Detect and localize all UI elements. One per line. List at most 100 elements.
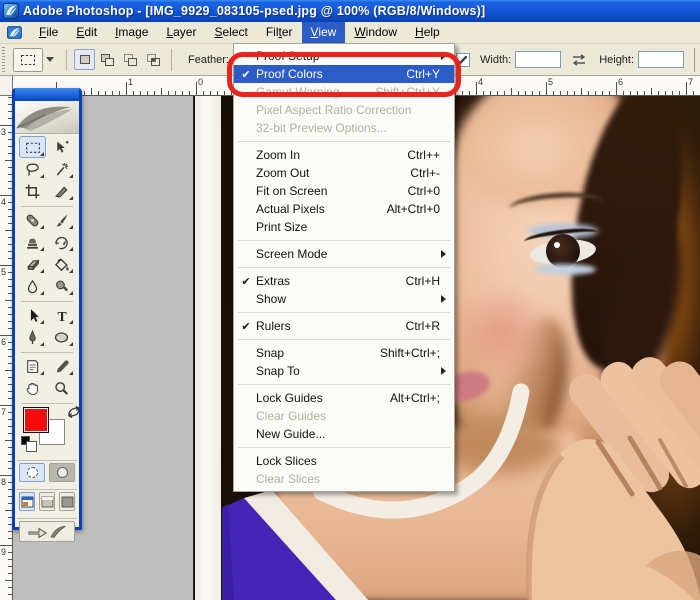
menu-item-show[interactable]: Show xyxy=(234,290,454,308)
pen-tool[interactable] xyxy=(19,326,46,348)
menu-item-actual-pixels[interactable]: Actual PixelsAlt+Ctrl+0 xyxy=(234,200,454,218)
tool-preset-dropdown-arrow[interactable] xyxy=(46,57,54,62)
rectangular-marquee-icon xyxy=(19,52,37,68)
add-to-selection-mode-button[interactable] xyxy=(97,49,118,70)
menubar-item-window[interactable]: Window xyxy=(345,22,406,43)
submenu-arrow-icon xyxy=(441,295,446,303)
menubar-item-file[interactable]: File xyxy=(30,22,67,43)
standard-mode-button[interactable] xyxy=(19,463,45,482)
menu-item-label: Fit on Screen xyxy=(256,184,408,198)
menu-item-shortcut: Ctrl+H xyxy=(406,274,448,288)
menu-item-zoom-in[interactable]: Zoom InCtrl++ xyxy=(234,146,454,164)
fullscreen-with-menubar-button[interactable] xyxy=(39,492,55,511)
clone-stamp-tool[interactable] xyxy=(19,231,46,253)
fullscreen-button[interactable] xyxy=(59,492,75,511)
menu-item-label: 32-bit Preview Options... xyxy=(256,121,448,135)
blur-tool[interactable] xyxy=(19,275,46,297)
menu-item-clear-guides: Clear Guides xyxy=(234,407,454,425)
menu-item-label: Proof Colors xyxy=(256,67,406,81)
dodge-tool[interactable] xyxy=(48,275,75,297)
lasso-tool[interactable] xyxy=(19,158,46,180)
notes-icon xyxy=(24,358,41,375)
height-input[interactable] xyxy=(638,51,684,68)
intersect-selection-mode-button[interactable] xyxy=(143,49,164,70)
menu-separator xyxy=(234,137,454,146)
ruler-number: 3 xyxy=(1,127,6,137)
menubar-item-view[interactable]: View xyxy=(302,22,346,43)
title-bar: Adobe Photoshop - [IMG_9929_083105-psed.… xyxy=(0,0,700,22)
menu-item-zoom-out[interactable]: Zoom OutCtrl+- xyxy=(234,164,454,182)
menubar-item-select[interactable]: Select xyxy=(205,22,256,43)
spot-healing-brush-tool[interactable] xyxy=(19,209,46,231)
menu-item-label: Gamut Warning xyxy=(256,85,375,99)
rectangular-marquee-tool[interactable] xyxy=(19,136,46,158)
slice-tool[interactable] xyxy=(48,180,75,202)
menu-item-label: Lock Slices xyxy=(256,454,448,468)
paint-bucket-tool[interactable] xyxy=(48,253,75,275)
menu-item-shortcut: Ctrl+Y xyxy=(406,67,448,81)
menu-item-lock-slices[interactable]: Lock Slices xyxy=(234,452,454,470)
history-brush-tool[interactable] xyxy=(48,231,75,253)
window-title: Adobe Photoshop - [IMG_9929_083105-psed.… xyxy=(23,4,485,18)
menu-item-proof-setup[interactable]: Proof Setup xyxy=(234,47,454,65)
ellipse-shape-tool[interactable] xyxy=(48,326,75,348)
menubar-item-layer[interactable]: Layer xyxy=(157,22,205,43)
menu-item-lock-guides[interactable]: Lock GuidesAlt+Ctrl+; xyxy=(234,389,454,407)
menubar-item-image[interactable]: Image xyxy=(106,22,157,43)
menu-item-extras[interactable]: ✔ExtrasCtrl+H xyxy=(234,272,454,290)
menu-item-pixel-aspect-ratio-correction: Pixel Aspect Ratio Correction xyxy=(234,101,454,119)
move-tool[interactable] xyxy=(48,136,75,158)
menubar-item-help[interactable]: Help xyxy=(406,22,449,43)
options-bar-grip[interactable] xyxy=(2,47,5,73)
menu-item-proof-colors[interactable]: ✔Proof ColorsCtrl+Y xyxy=(234,65,454,83)
menubar-item-filter[interactable]: Filter xyxy=(257,22,302,43)
toolbox-separator xyxy=(21,202,73,207)
menu-item-new-guide[interactable]: New Guide... xyxy=(234,425,454,443)
crop-tool[interactable] xyxy=(19,180,46,202)
width-input[interactable] xyxy=(515,51,561,68)
brush-tool[interactable] xyxy=(48,209,75,231)
menu-item-rulers[interactable]: ✔RulersCtrl+R xyxy=(234,317,454,335)
type-tool[interactable]: T xyxy=(48,304,75,326)
toolbox-palette: T xyxy=(12,88,82,530)
color-swatches xyxy=(19,406,75,456)
menu-item-snap[interactable]: SnapShift+Ctrl+; xyxy=(234,344,454,362)
menu-item-clear-slices: Clear Slices xyxy=(234,470,454,488)
zoom-tool[interactable] xyxy=(48,377,75,399)
hand-tool[interactable] xyxy=(19,377,46,399)
tool-preset-button[interactable] xyxy=(13,48,43,72)
eraser-tool[interactable] xyxy=(19,253,46,275)
hand-icon xyxy=(24,380,41,397)
swap-width-height-icon[interactable] xyxy=(569,53,589,67)
submenu-arrow-icon xyxy=(441,367,446,375)
subtract-from-selection-mode-button[interactable] xyxy=(120,49,141,70)
menu-separator xyxy=(234,335,454,344)
path-selection-tool[interactable] xyxy=(19,304,46,326)
menubar-item-edit[interactable]: Edit xyxy=(67,22,106,43)
menu-item-label: Zoom Out xyxy=(256,166,410,180)
menu-item-snap-to[interactable]: Snap To xyxy=(234,362,454,380)
menu-item-shortcut: Shift+Ctrl+; xyxy=(380,346,448,360)
menu-item-shortcut: Ctrl++ xyxy=(407,148,448,162)
default-colors-icon[interactable] xyxy=(21,436,30,445)
menu-item-screen-mode[interactable]: Screen Mode xyxy=(234,245,454,263)
standard-screen-mode-button[interactable] xyxy=(19,492,35,511)
menu-item-print-size[interactable]: Print Size xyxy=(234,218,454,236)
paint-bucket-icon xyxy=(53,256,70,273)
magic-wand-tool[interactable] xyxy=(48,158,75,180)
menu-item-fit-on-screen[interactable]: Fit on ScreenCtrl+0 xyxy=(234,182,454,200)
quick-mask-mode-button[interactable] xyxy=(49,463,75,482)
new-selection-mode-button[interactable] xyxy=(74,49,95,70)
eyedropper-tool[interactable] xyxy=(48,355,75,377)
spot-healing-brush-icon xyxy=(24,212,41,229)
swap-colors-icon[interactable] xyxy=(67,406,81,418)
checkmark-icon: ✔ xyxy=(236,68,256,81)
menu-bar: FileEditImageLayerSelectFilterViewWindow… xyxy=(0,22,700,44)
toolbox-title-bar[interactable] xyxy=(15,88,79,101)
edit-in-imageready-button[interactable] xyxy=(19,521,75,542)
photo-hand xyxy=(528,350,700,600)
notes-tool[interactable] xyxy=(19,355,46,377)
foreground-color-swatch[interactable] xyxy=(23,407,49,433)
view-menu-dropdown: Proof Setup✔Proof ColorsCtrl+YGamut Warn… xyxy=(233,43,455,492)
style-widget-partial xyxy=(456,53,470,67)
